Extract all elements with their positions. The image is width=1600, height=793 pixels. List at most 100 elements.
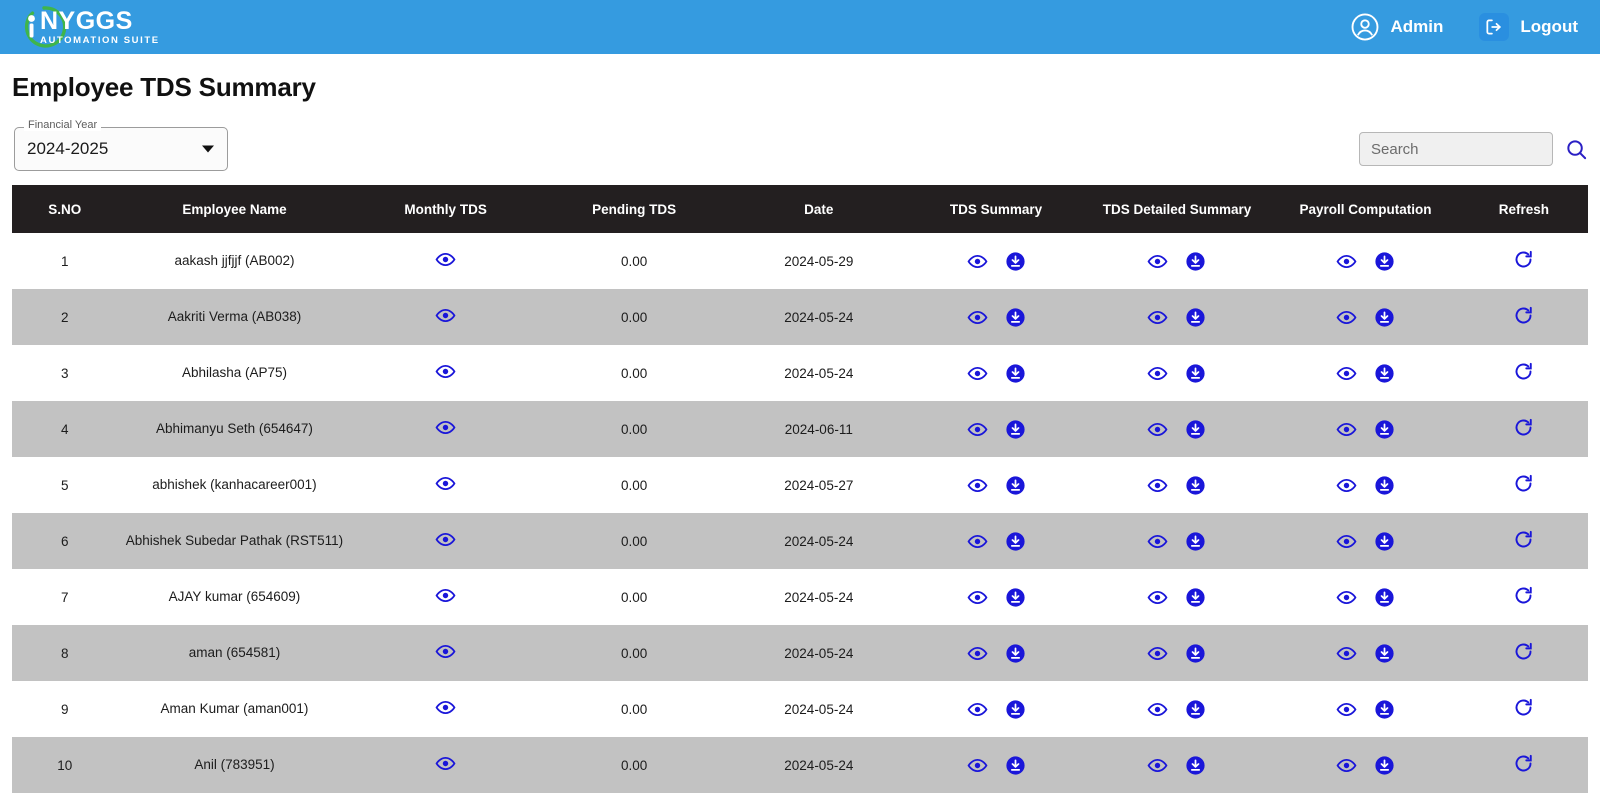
eye-icon[interactable] <box>435 697 456 718</box>
refresh-icon[interactable] <box>1513 473 1534 494</box>
refresh-icon[interactable] <box>1513 249 1534 270</box>
download-circle-icon[interactable] <box>1005 475 1026 496</box>
table-row[interactable]: 6 Abhishek Subedar Pathak (RST511) 0.00 … <box>12 513 1588 569</box>
download-circle-icon[interactable] <box>1185 587 1206 608</box>
table-row[interactable]: 4 Abhimanyu Seth (654647) 0.00 2024-06-1… <box>12 401 1588 457</box>
eye-icon[interactable] <box>435 473 456 494</box>
eye-icon[interactable] <box>967 363 988 384</box>
eye-icon[interactable] <box>435 305 456 326</box>
download-circle-icon[interactable] <box>1005 643 1026 664</box>
eye-icon[interactable] <box>435 641 456 662</box>
download-circle-icon[interactable] <box>1374 251 1395 272</box>
download-circle-icon[interactable] <box>1374 755 1395 776</box>
eye-icon[interactable] <box>967 643 988 664</box>
admin-user-button[interactable]: Admin <box>1350 12 1443 42</box>
download-circle-icon[interactable] <box>1374 643 1395 664</box>
download-circle-icon[interactable] <box>1005 531 1026 552</box>
eye-icon[interactable] <box>435 529 456 550</box>
table-row[interactable]: 9 Aman Kumar (aman001) 0.00 2024-05-24 <box>12 681 1588 737</box>
download-circle-icon[interactable] <box>1005 419 1026 440</box>
eye-icon[interactable] <box>1336 363 1357 384</box>
eye-icon[interactable] <box>1336 587 1357 608</box>
search-button[interactable] <box>1565 138 1588 161</box>
cell-monthly-tds <box>351 233 540 289</box>
download-circle-icon[interactable] <box>1005 587 1026 608</box>
eye-icon[interactable] <box>1336 251 1357 272</box>
download-circle-icon[interactable] <box>1374 699 1395 720</box>
table-row[interactable]: 3 Abhilasha (AP75) 0.00 2024-05-24 <box>12 345 1588 401</box>
refresh-icon[interactable] <box>1513 305 1534 326</box>
eye-icon[interactable] <box>1336 699 1357 720</box>
download-circle-icon[interactable] <box>1185 251 1206 272</box>
eye-icon[interactable] <box>435 585 456 606</box>
download-circle-icon[interactable] <box>1374 587 1395 608</box>
download-circle-icon[interactable] <box>1185 699 1206 720</box>
download-circle-icon[interactable] <box>1005 699 1026 720</box>
table-row[interactable]: 8 aman (654581) 0.00 2024-05-24 <box>12 625 1588 681</box>
eye-icon[interactable] <box>967 419 988 440</box>
eye-icon[interactable] <box>1147 643 1168 664</box>
refresh-icon[interactable] <box>1513 417 1534 438</box>
download-circle-icon[interactable] <box>1005 755 1026 776</box>
eye-icon[interactable] <box>1147 419 1168 440</box>
financial-year-select[interactable]: Financial Year 2024-2025 <box>14 120 228 171</box>
cell-monthly-tds <box>351 401 540 457</box>
download-circle-icon[interactable] <box>1374 531 1395 552</box>
download-circle-icon[interactable] <box>1185 475 1206 496</box>
download-circle-icon[interactable] <box>1185 419 1206 440</box>
refresh-icon[interactable] <box>1513 361 1534 382</box>
logout-button[interactable]: Logout <box>1479 13 1578 41</box>
refresh-icon[interactable] <box>1513 697 1534 718</box>
download-circle-icon[interactable] <box>1185 363 1206 384</box>
eye-icon[interactable] <box>967 587 988 608</box>
download-circle-icon[interactable] <box>1374 419 1395 440</box>
eye-icon[interactable] <box>967 475 988 496</box>
eye-icon[interactable] <box>1336 643 1357 664</box>
refresh-icon[interactable] <box>1513 641 1534 662</box>
table-row[interactable]: 2 Aakriti Verma (AB038) 0.00 2024-05-24 <box>12 289 1588 345</box>
search-input[interactable] <box>1359 132 1553 166</box>
table-row[interactable]: 7 AJAY kumar (654609) 0.00 2024-05-24 <box>12 569 1588 625</box>
table-row[interactable]: 1 aakash jjfjjf (AB002) 0.00 2024-05-29 <box>12 233 1588 289</box>
download-circle-icon[interactable] <box>1374 363 1395 384</box>
brand-logo[interactable]: NYGGS AUTOMATION SUITE <box>18 1 160 53</box>
eye-icon[interactable] <box>435 361 456 382</box>
cell-date: 2024-05-27 <box>784 477 854 493</box>
download-circle-icon[interactable] <box>1005 307 1026 328</box>
eye-icon[interactable] <box>435 417 456 438</box>
cell-sno: 4 <box>61 421 69 437</box>
eye-icon[interactable] <box>1336 531 1357 552</box>
eye-icon[interactable] <box>1336 755 1357 776</box>
download-circle-icon[interactable] <box>1005 363 1026 384</box>
download-circle-icon[interactable] <box>1374 475 1395 496</box>
eye-icon[interactable] <box>1147 363 1168 384</box>
eye-icon[interactable] <box>967 699 988 720</box>
eye-icon[interactable] <box>967 755 988 776</box>
eye-icon[interactable] <box>1147 475 1168 496</box>
eye-icon[interactable] <box>1336 475 1357 496</box>
refresh-icon[interactable] <box>1513 585 1534 606</box>
eye-icon[interactable] <box>1336 419 1357 440</box>
table-row[interactable]: 10 Anil (783951) 0.00 2024-05-24 <box>12 737 1588 793</box>
download-circle-icon[interactable] <box>1185 531 1206 552</box>
download-circle-icon[interactable] <box>1185 643 1206 664</box>
eye-icon[interactable] <box>1147 755 1168 776</box>
eye-icon[interactable] <box>1147 699 1168 720</box>
eye-icon[interactable] <box>435 753 456 774</box>
refresh-icon[interactable] <box>1513 753 1534 774</box>
download-circle-icon[interactable] <box>1005 251 1026 272</box>
download-circle-icon[interactable] <box>1185 755 1206 776</box>
eye-icon[interactable] <box>1336 307 1357 328</box>
refresh-icon[interactable] <box>1513 529 1534 550</box>
table-row[interactable]: 5 abhishek (kanhacareer001) 0.00 2024-05… <box>12 457 1588 513</box>
eye-icon[interactable] <box>967 531 988 552</box>
eye-icon[interactable] <box>1147 587 1168 608</box>
eye-icon[interactable] <box>1147 531 1168 552</box>
download-circle-icon[interactable] <box>1185 307 1206 328</box>
eye-icon[interactable] <box>435 249 456 270</box>
eye-icon[interactable] <box>967 251 988 272</box>
eye-icon[interactable] <box>967 307 988 328</box>
download-circle-icon[interactable] <box>1374 307 1395 328</box>
eye-icon[interactable] <box>1147 307 1168 328</box>
eye-icon[interactable] <box>1147 251 1168 272</box>
